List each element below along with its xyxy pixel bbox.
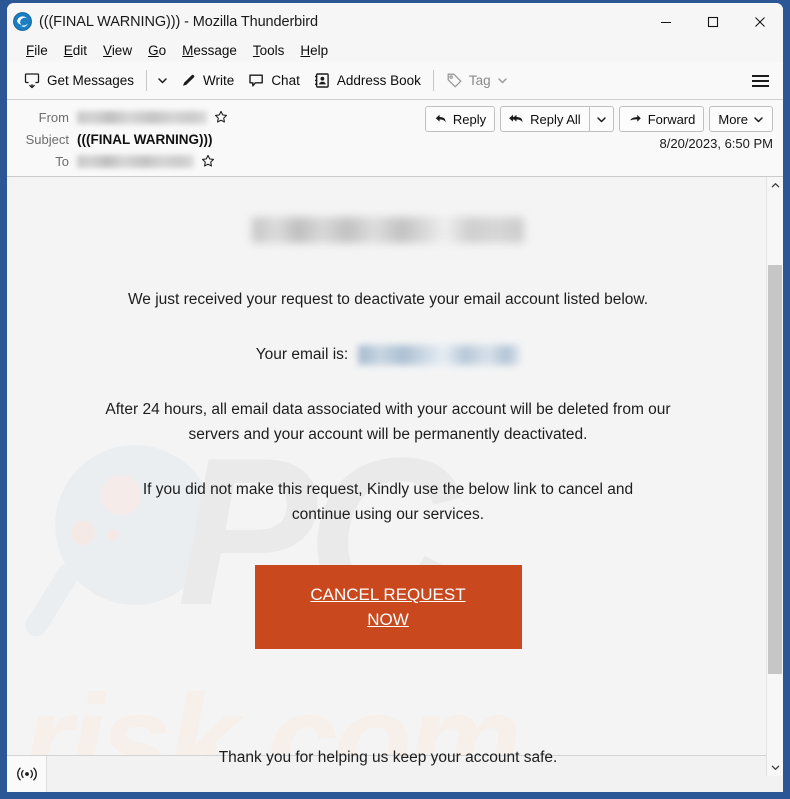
email-canvas: PC risk.com We just received your reques… <box>7 177 769 776</box>
chevron-down-icon <box>497 78 507 84</box>
menu-edit[interactable]: Edit <box>56 42 95 60</box>
thunderbird-logo-icon <box>13 12 32 31</box>
reply-arrow-icon <box>435 114 446 123</box>
message-action-buttons: Reply Reply All Forward More <box>424 106 773 132</box>
email-paragraph-1: We just received your request to deactiv… <box>127 291 649 308</box>
reply-all-button[interactable]: Reply All <box>500 106 589 132</box>
menu-help[interactable]: Help <box>292 42 336 60</box>
menu-go[interactable]: Go <box>140 42 174 60</box>
maximize-button[interactable] <box>689 3 736 40</box>
close-icon <box>754 16 765 27</box>
close-button[interactable] <box>736 3 783 40</box>
your-email-label: Your email is: <box>255 346 349 363</box>
email-content: We just received your request to deactiv… <box>7 177 769 767</box>
scroll-thumb[interactable] <box>768 265 782 674</box>
forward-button[interactable]: Forward <box>618 106 705 132</box>
reply-button[interactable]: Reply <box>424 106 496 132</box>
write-label: Write <box>203 73 235 88</box>
download-mail-icon <box>24 73 40 89</box>
from-label: From <box>38 109 69 125</box>
address-book-label: Address Book <box>336 73 421 88</box>
to-value-redacted <box>77 154 194 168</box>
subject-value: (((FINAL WARNING))) <box>77 131 213 147</box>
menu-view[interactable]: View <box>95 42 140 60</box>
reply-all-dropdown[interactable] <box>588 106 614 132</box>
email-paragraph-3-line-2: continue using our services. <box>291 506 485 523</box>
write-button[interactable]: Write <box>173 68 241 93</box>
thunderbird-window: (((FINAL WARNING))) - Mozilla Thunderbir… <box>0 0 790 799</box>
toolbar-divider <box>146 70 148 91</box>
cta-label: CANCEL REQUEST NOW <box>310 582 465 632</box>
toolbar-divider-2 <box>432 70 434 91</box>
more-label: More <box>718 111 748 127</box>
reply-label: Reply <box>452 111 487 127</box>
tag-button[interactable]: Tag <box>439 68 515 93</box>
reply-all-label: Reply All <box>530 111 581 127</box>
hamburger-menu-icon <box>752 74 769 77</box>
menu-message[interactable]: Message <box>174 42 245 60</box>
to-label: To <box>55 153 69 169</box>
email-paragraph-3-line-1: If you did not make this request, Kindly… <box>142 481 634 498</box>
cta-label-line-1: CANCEL REQUEST <box>310 585 466 604</box>
app-menu-button[interactable] <box>744 66 777 96</box>
minimize-icon <box>660 21 671 23</box>
email-sheet: PC risk.com We just received your reques… <box>7 177 769 776</box>
body-vertical-scrollbar[interactable] <box>766 177 783 776</box>
tag-icon <box>447 73 462 88</box>
minimize-button[interactable] <box>642 3 689 40</box>
your-email-row: Your email is: <box>7 342 769 367</box>
maximize-icon <box>707 16 718 27</box>
reply-all-group: Reply All <box>500 106 614 132</box>
speech-bubble-icon <box>249 74 264 87</box>
reply-all-arrow-icon <box>509 114 523 123</box>
cta-wrapper: CANCEL REQUEST NOW <box>7 565 769 649</box>
from-value-redacted <box>77 110 207 124</box>
star-outline-icon[interactable] <box>214 110 228 124</box>
message-header: From Subject (((FINAL WARNING))) To Repl… <box>7 100 783 177</box>
get-messages-label: Get Messages <box>47 73 135 88</box>
window-title: (((FINAL WARNING))) - Mozilla Thunderbir… <box>39 13 318 30</box>
your-email-value-redacted <box>358 344 521 365</box>
chevron-down-icon <box>754 116 763 122</box>
online-status-icon <box>16 767 37 781</box>
cta-label-line-2: NOW <box>367 610 409 629</box>
star-outline-icon[interactable] <box>201 154 215 168</box>
get-messages-dropdown[interactable] <box>152 71 173 90</box>
email-footer-text: Thank you for helping us keep your accou… <box>218 749 558 766</box>
menu-tools[interactable]: Tools <box>245 42 293 60</box>
title-bar: (((FINAL WARNING))) - Mozilla Thunderbir… <box>7 3 783 40</box>
address-book-button[interactable]: Address Book <box>307 68 428 93</box>
sender-brand-redacted <box>252 217 524 243</box>
subject-label: Subject <box>25 131 69 147</box>
scroll-down-button[interactable] <box>767 759 783 776</box>
email-paragraph-2-line-2: servers and your account will be permane… <box>188 426 588 443</box>
contact-card-icon <box>314 73 329 88</box>
cancel-request-button[interactable]: CANCEL REQUEST NOW <box>254 565 522 649</box>
message-body-pane: PC risk.com We just received your reques… <box>7 177 783 776</box>
header-row-to: To <box>7 150 773 172</box>
chevron-down-icon <box>771 765 779 770</box>
chevron-down-icon <box>158 78 167 84</box>
scroll-up-button[interactable] <box>767 177 783 194</box>
chat-button[interactable]: Chat <box>241 68 307 93</box>
main-toolbar: Get Messages Write Chat Address Book Tag <box>7 62 783 100</box>
window-inner: (((FINAL WARNING))) - Mozilla Thunderbir… <box>7 3 783 792</box>
tag-label: Tag <box>468 73 491 88</box>
forward-arrow-icon <box>629 114 641 122</box>
message-date: 8/20/2023, 6:50 PM <box>659 136 773 151</box>
menu-bar: File Edit View Go Message Tools Help <box>7 40 783 62</box>
email-paragraph-2-line-1: After 24 hours, all email data associate… <box>105 401 671 418</box>
menu-file[interactable]: File <box>18 42 56 60</box>
more-button[interactable]: More <box>709 106 773 132</box>
pencil-icon <box>183 74 195 86</box>
chevron-down-icon <box>596 116 606 122</box>
window-controls <box>642 3 783 40</box>
get-messages-button[interactable]: Get Messages <box>17 68 141 93</box>
chat-label: Chat <box>271 73 300 88</box>
chevron-up-icon <box>771 183 779 188</box>
forward-label: Forward <box>647 111 696 127</box>
